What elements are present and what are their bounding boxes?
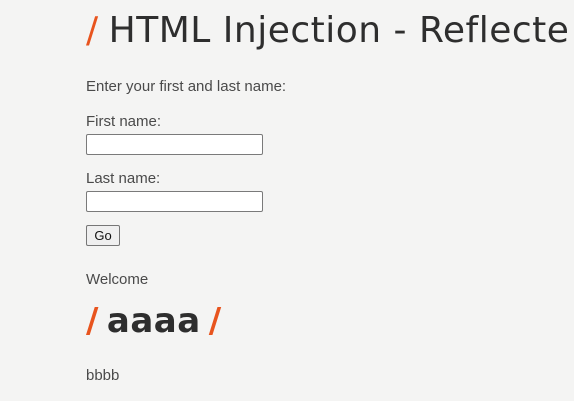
page-title: / HTML Injection - Reflecte [86, 7, 569, 55]
last-name-label: Last name: [86, 170, 161, 187]
first-name-field[interactable] [86, 134, 263, 155]
go-button[interactable]: Go [86, 225, 120, 246]
injected-last-name: bbbb [86, 367, 120, 384]
page: / HTML Injection - Reflecte Enter your fi… [0, 0, 574, 401]
injected-name-heading: / aaaa / [86, 298, 230, 344]
injected-first-name: aaaa [106, 301, 201, 341]
last-name-field[interactable] [86, 191, 263, 212]
title-slash: / [86, 10, 99, 51]
heading-slash-left: / [86, 301, 99, 341]
form-intro-text: Enter your first and last name: [86, 78, 287, 95]
welcome-text: Welcome [86, 271, 149, 288]
first-name-label: First name: [86, 113, 162, 130]
heading-slash-right: / [208, 301, 222, 341]
page-title-text: HTML Injection - Reflecte [108, 10, 570, 51]
